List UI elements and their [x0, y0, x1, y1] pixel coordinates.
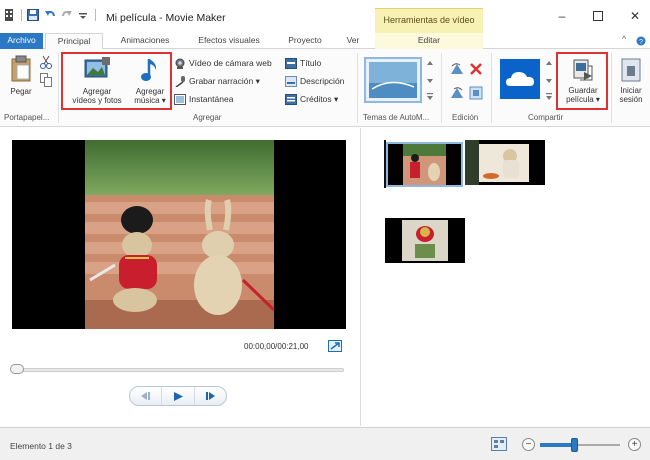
- onedrive-share-button[interactable]: [500, 59, 540, 99]
- group-label-edicion: Edición: [452, 113, 479, 122]
- tab-proyecto[interactable]: Proyecto: [279, 33, 331, 49]
- clip-2-thumbnail: [465, 140, 545, 185]
- share-gallery-scroll[interactable]: [544, 57, 554, 103]
- title-button[interactable]: Título: [285, 56, 321, 70]
- clip-1-thumbnail: [388, 144, 461, 185]
- group-label-compartir: Compartir: [528, 113, 564, 122]
- rotate-right-icon[interactable]: [450, 86, 464, 102]
- title-bar: Mi película - Movie Maker Herramientas d…: [0, 0, 650, 33]
- storyboard-clip-3[interactable]: [385, 218, 465, 263]
- status-text: Elemento 1 de 3: [10, 441, 72, 451]
- fullscreen-preview-button[interactable]: [328, 340, 342, 352]
- tab-efectos-visuales[interactable]: Efectos visuales: [188, 33, 270, 49]
- group-label-agregar: Agregar: [193, 113, 222, 122]
- rabbits-photo: [85, 140, 274, 329]
- playback-position-marker[interactable]: [384, 140, 386, 188]
- copy-icon[interactable]: [40, 73, 52, 89]
- minimize-button[interactable]: –: [554, 9, 570, 23]
- thumbnail-size-icon[interactable]: [491, 437, 507, 453]
- caption-icon: [285, 75, 297, 87]
- ribbon-tabs: Archivo Principal Animaciones Efectos vi…: [0, 33, 650, 50]
- highlight-add-media: [61, 52, 172, 110]
- record-narration-button[interactable]: Grabar narración ▾: [174, 74, 260, 88]
- seek-bar[interactable]: [12, 368, 344, 372]
- play-icon: [173, 391, 183, 401]
- customize-qat-icon[interactable]: [78, 9, 90, 21]
- sign-in-button[interactable]: Iniciar sesión: [613, 58, 649, 104]
- zoom-in-button[interactable]: +: [628, 438, 641, 451]
- microphone-icon: [174, 75, 186, 88]
- previous-frame-icon: [140, 392, 150, 400]
- expand-icon: [330, 342, 340, 350]
- credits-icon: [285, 93, 297, 105]
- playback-time: 00:00,00/00:21,00: [244, 342, 309, 351]
- snapshot-button[interactable]: Instantánea: [174, 92, 233, 106]
- rotate-left-icon[interactable]: [450, 62, 464, 78]
- highlight-save-movie: [556, 52, 608, 110]
- tab-ver[interactable]: Ver: [338, 33, 368, 49]
- tab-principal[interactable]: Principal: [45, 33, 103, 50]
- app-menu-icon[interactable]: [4, 9, 16, 21]
- group-label-temas: Temas de AutoM...: [363, 113, 430, 122]
- next-frame-icon: [206, 392, 216, 400]
- play-button[interactable]: [162, 387, 195, 405]
- remove-icon[interactable]: [469, 62, 483, 78]
- title-icon: [285, 57, 297, 69]
- previous-frame-button[interactable]: [130, 387, 163, 405]
- credits-button[interactable]: Créditos ▾: [285, 92, 338, 106]
- webcam-video-button[interactable]: Vídeo de cámara web: [174, 56, 272, 70]
- tab-editar[interactable]: Editar: [375, 33, 483, 49]
- window-title: Mi película - Movie Maker: [106, 12, 226, 24]
- paste-icon: [5, 55, 37, 85]
- select-all-icon[interactable]: [469, 86, 483, 102]
- close-button[interactable]: ✕: [627, 9, 643, 23]
- preview-frame: [85, 140, 274, 329]
- contextual-group-header: Herramientas de vídeo: [375, 8, 483, 33]
- snapshot-icon: [174, 93, 186, 105]
- caption-button[interactable]: Descripción: [285, 74, 344, 88]
- pane-splitter[interactable]: [360, 128, 361, 426]
- storyboard-clip-1[interactable]: [388, 144, 461, 185]
- seek-thumb[interactable]: [10, 364, 24, 374]
- automovie-theme-thumb[interactable]: [364, 57, 422, 103]
- zoom-out-button[interactable]: −: [522, 438, 535, 451]
- help-icon[interactable]: ?: [636, 34, 646, 48]
- maximize-button[interactable]: [590, 9, 606, 23]
- video-preview[interactable]: [12, 140, 346, 329]
- svg-text:?: ?: [639, 39, 643, 46]
- undo-icon[interactable]: [44, 9, 56, 21]
- theme-gallery-scroll[interactable]: [425, 57, 435, 103]
- storyboard-clip-2[interactable]: [465, 140, 545, 185]
- clip-3-thumbnail: [385, 218, 465, 263]
- next-frame-button[interactable]: [195, 387, 226, 405]
- zoom-slider-fill: [540, 443, 574, 447]
- ribbon: Pegar Portapapel... Agregar vídeos y fot…: [0, 49, 650, 127]
- cut-icon[interactable]: [40, 55, 52, 71]
- paste-button[interactable]: Pegar: [5, 55, 37, 96]
- save-icon[interactable]: [27, 9, 39, 21]
- zoom-slider-thumb[interactable]: [570, 438, 578, 452]
- collapse-ribbon-icon[interactable]: ^: [622, 34, 626, 44]
- cloud-icon: [506, 72, 534, 86]
- quick-access-toolbar: [4, 9, 96, 21]
- group-label-portapapeles: Portapapel...: [4, 113, 50, 122]
- sign-in-icon: [613, 58, 649, 84]
- playback-controls: [129, 386, 227, 406]
- redo-icon[interactable]: [61, 9, 73, 21]
- webcam-icon: [174, 58, 186, 69]
- tab-archivo[interactable]: Archivo: [0, 33, 43, 49]
- status-bar: Elemento 1 de 3 − +: [0, 427, 650, 460]
- tab-animaciones[interactable]: Animaciones: [110, 33, 180, 49]
